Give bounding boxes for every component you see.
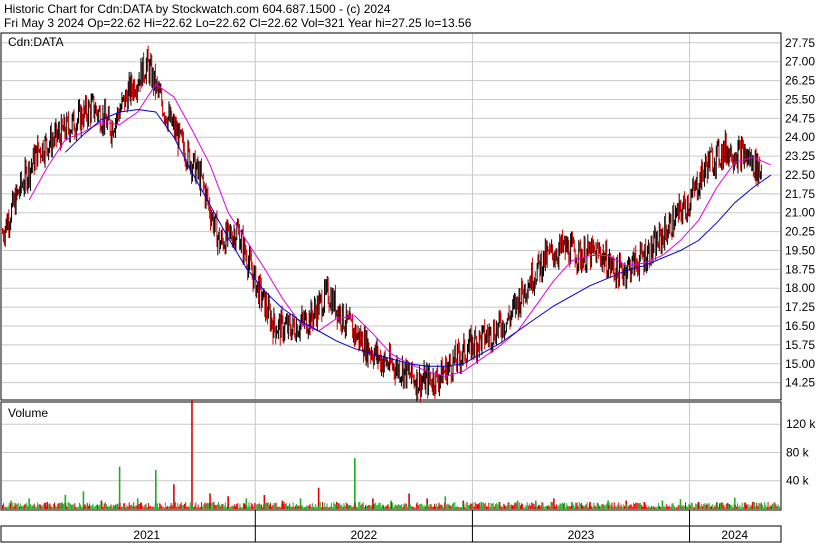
price-tick-label: 27.00 (785, 55, 815, 69)
price-tick-label: 21.75 (785, 187, 815, 201)
volume-panel-label: Volume (8, 406, 48, 420)
price-tick-label: 27.75 (785, 36, 815, 50)
x-year-label: 2023 (568, 528, 595, 542)
x-axis-band (0, 525, 782, 543)
x-year-label: 2021 (133, 528, 160, 542)
price-tick-label: 23.25 (785, 149, 815, 163)
price-tick-label: 15.00 (785, 357, 815, 371)
x-year-label: 2024 (721, 528, 748, 542)
price-tick-label: 20.25 (785, 225, 815, 239)
x-year-label: 2022 (351, 528, 378, 542)
price-tick-label: 24.00 (785, 130, 815, 144)
price-y-axis: 27.75 27.00 26.25 25.50 24.75 24.00 23.25 22.50… (785, 36, 815, 390)
price-tick-label: 15.75 (785, 338, 815, 352)
chart-header-title: Historic Chart for Cdn:DATA by Stockwatc… (4, 2, 391, 16)
price-tick-label: 19.50 (785, 243, 815, 257)
volume-y-axis: 120 k 80 k 40 k (786, 417, 816, 488)
price-panel-label: Cdn:DATA (8, 35, 64, 49)
chart-header-stats: Fri May 3 2024 Op=22.62 Hi=22.62 Lo=22.6… (4, 16, 472, 30)
price-tick-label: 14.25 (785, 376, 815, 390)
price-tick-label: 16.50 (785, 319, 815, 333)
price-tick-label: 18.75 (785, 262, 815, 276)
price-tick-label: 21.00 (785, 206, 815, 220)
stock-chart: Historic Chart for Cdn:DATA by Stockwatc… (0, 2, 816, 543)
price-tick-label: 24.75 (785, 111, 815, 125)
price-tick-label: 26.25 (785, 74, 815, 88)
volume-panel (0, 401, 782, 511)
volume-tick-label: 80 k (786, 445, 810, 459)
price-tick-label: 22.50 (785, 168, 815, 182)
price-tick-label: 17.25 (785, 300, 815, 314)
price-tick-label: 18.00 (785, 281, 815, 295)
volume-tick-label: 120 k (786, 417, 816, 431)
price-tick-label: 25.50 (785, 92, 815, 106)
volume-tick-label: 40 k (786, 474, 810, 488)
